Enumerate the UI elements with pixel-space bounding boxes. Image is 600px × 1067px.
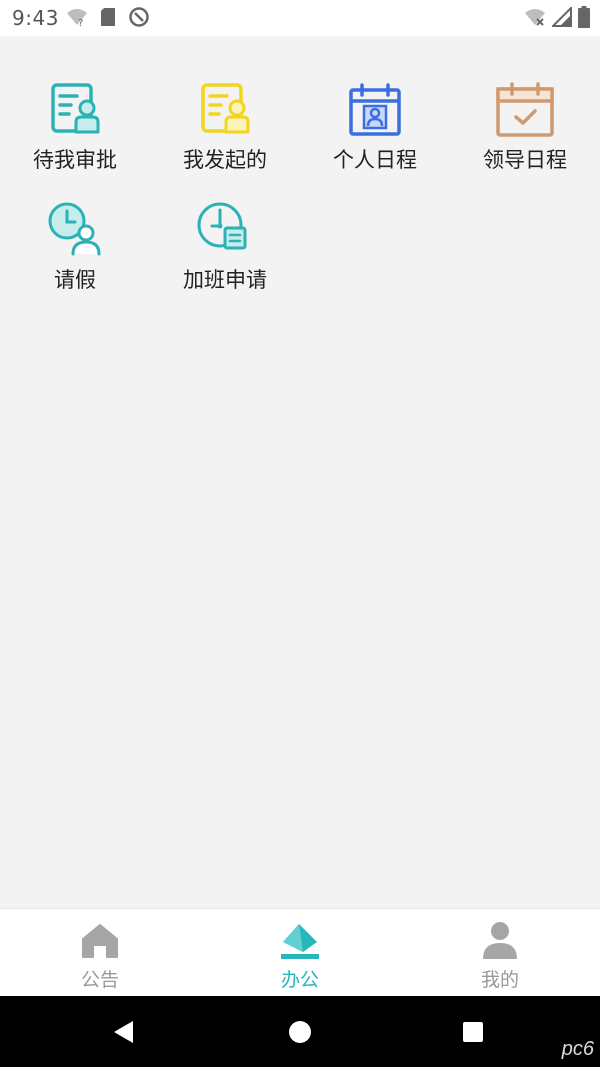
app-pending-approval[interactable]: 待我审批 xyxy=(0,80,150,200)
app-label: 加班申请 xyxy=(183,268,267,292)
do-not-disturb-icon xyxy=(128,6,150,32)
back-button[interactable] xyxy=(106,1014,142,1050)
status-bar: 9:43 ? xyxy=(0,0,600,36)
app-label: 领导日程 xyxy=(483,148,567,172)
home-icon xyxy=(79,919,121,961)
clock-person-icon xyxy=(45,200,105,260)
office-content: 待我审批 我发起的 个人日程 领导日程 请假 加班申请 xyxy=(0,36,600,908)
app-initiated-by-me[interactable]: 我发起的 xyxy=(150,80,300,200)
tab-label: 我的 xyxy=(480,969,519,991)
tab-label: 办公 xyxy=(280,969,319,991)
bottom-tab-bar: 公告 办公 我的 xyxy=(0,908,600,997)
tab-office[interactable]: 办公 xyxy=(200,909,400,997)
app-label: 待我审批 xyxy=(33,148,117,172)
calendar-check-icon xyxy=(495,80,555,140)
status-system-icons xyxy=(524,5,590,32)
office-icon xyxy=(279,919,321,961)
app-label: 我发起的 xyxy=(183,148,267,172)
calendar-person-icon xyxy=(345,80,405,140)
clock-document-icon xyxy=(195,200,255,260)
recents-button[interactable] xyxy=(455,1014,491,1050)
system-navigation-bar: pc6 xyxy=(0,996,600,1067)
status-notification-icons: ? xyxy=(66,6,150,32)
battery-icon xyxy=(578,6,590,32)
document-approval-icon xyxy=(45,80,105,140)
status-time: 9:43 xyxy=(12,6,59,30)
document-initiated-icon xyxy=(195,80,255,140)
back-triangle-icon xyxy=(114,1021,133,1043)
tab-label: 公告 xyxy=(80,969,119,991)
tab-mine[interactable]: 我的 xyxy=(400,909,600,997)
signal-icon xyxy=(550,5,572,31)
app-label: 请假 xyxy=(54,268,96,292)
app-leader-schedule[interactable]: 领导日程 xyxy=(450,80,600,200)
svg-text:?: ? xyxy=(78,18,83,27)
app-grid: 待我审批 我发起的 个人日程 领导日程 请假 加班申请 xyxy=(0,80,600,320)
app-leave-request[interactable]: 请假 xyxy=(0,200,150,320)
home-button[interactable] xyxy=(282,1014,318,1050)
recents-square-icon xyxy=(463,1022,483,1042)
sd-card-icon xyxy=(100,7,116,31)
wifi-off-icon xyxy=(524,7,546,31)
app-label: 个人日程 xyxy=(333,148,417,172)
home-circle-icon xyxy=(289,1021,311,1043)
app-overtime-request[interactable]: 加班申请 xyxy=(150,200,300,320)
wifi-question-icon: ? xyxy=(66,7,88,31)
app-personal-schedule[interactable]: 个人日程 xyxy=(300,80,450,200)
user-icon xyxy=(479,919,521,961)
tab-announcements[interactable]: 公告 xyxy=(0,909,200,997)
watermark-logo: pc6 xyxy=(561,1038,594,1060)
